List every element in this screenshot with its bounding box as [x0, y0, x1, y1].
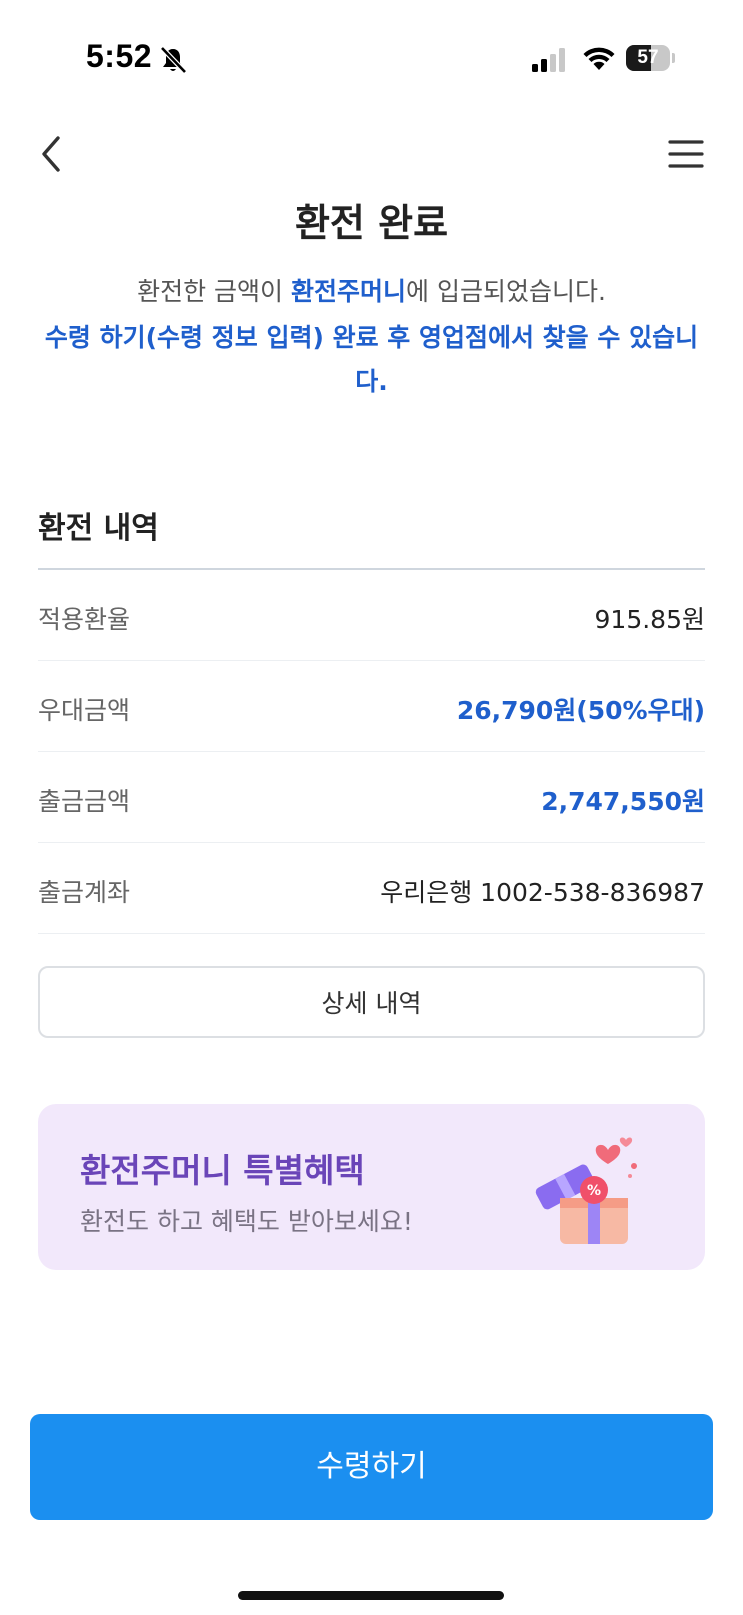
detail-value: 우리은행 1002-538-836987	[380, 878, 705, 907]
gift-box-icon: %	[535, 1137, 637, 1244]
detail-label: 우대금액	[38, 696, 131, 725]
promo-subtitle: 환전도 하고 혜택도 받아보세요!	[80, 1207, 413, 1236]
section-title-exchange-details: 환전 내역	[38, 511, 159, 546]
detail-label: 적용환율	[38, 605, 131, 634]
completion-message-prefix: 환전한 금액이	[137, 277, 291, 306]
detail-value: 915.85원	[594, 605, 705, 634]
hamburger-menu-icon[interactable]	[668, 138, 704, 170]
battery-percent: 57	[637, 47, 659, 68]
receive-button[interactable]: 수령하기	[30, 1414, 713, 1520]
bell-slash-icon	[160, 46, 187, 74]
exchange-details-list: 적용환율 915.85원 우대금액 26,790원(50%우대) 출금금액 2,…	[38, 570, 705, 934]
detail-row-withdrawal-account: 출금계좌 우리은행 1002-538-836987	[38, 843, 705, 934]
detail-value: 26,790원(50%우대)	[456, 696, 705, 725]
view-details-button[interactable]: 상세 내역	[38, 966, 705, 1038]
detail-row-discount-amount: 우대금액 26,790원(50%우대)	[38, 661, 705, 752]
cellular-signal-icon	[532, 48, 565, 72]
home-indicator	[238, 1591, 504, 1600]
promo-banner[interactable]: 환전주머니 특별혜택 환전도 하고 혜택도 받아보세요! %	[38, 1104, 705, 1270]
status-bar: 5:52 57	[0, 0, 743, 100]
svg-text:%: %	[587, 1183, 601, 1199]
exchange-pocket-highlight: 환전주머니	[290, 277, 406, 306]
detail-label: 출금금액	[38, 787, 131, 816]
detail-value: 2,747,550원	[541, 787, 705, 816]
completion-message: 환전한 금액이 환전주머니에 입금되었습니다.	[0, 272, 743, 308]
status-time: 5:52	[86, 38, 153, 74]
detail-label: 출금계좌	[38, 878, 131, 907]
pickup-instruction: 수령 하기(수령 정보 입력) 완료 후 영업점에서 찾을 수 있습니다.	[44, 323, 699, 396]
wifi-icon	[583, 47, 615, 70]
detail-row-applied-rate: 적용환율 915.85원	[38, 570, 705, 661]
page-title: 환전 완료	[294, 201, 449, 245]
back-arrow-icon[interactable]	[36, 134, 72, 174]
promo-title: 환전주머니 특별혜택	[80, 1151, 365, 1190]
battery-icon: 57	[626, 45, 676, 71]
detail-row-withdrawal-amount: 출금금액 2,747,550원	[38, 752, 705, 843]
completion-message-suffix: 에 입금되었습니다.	[406, 277, 606, 306]
